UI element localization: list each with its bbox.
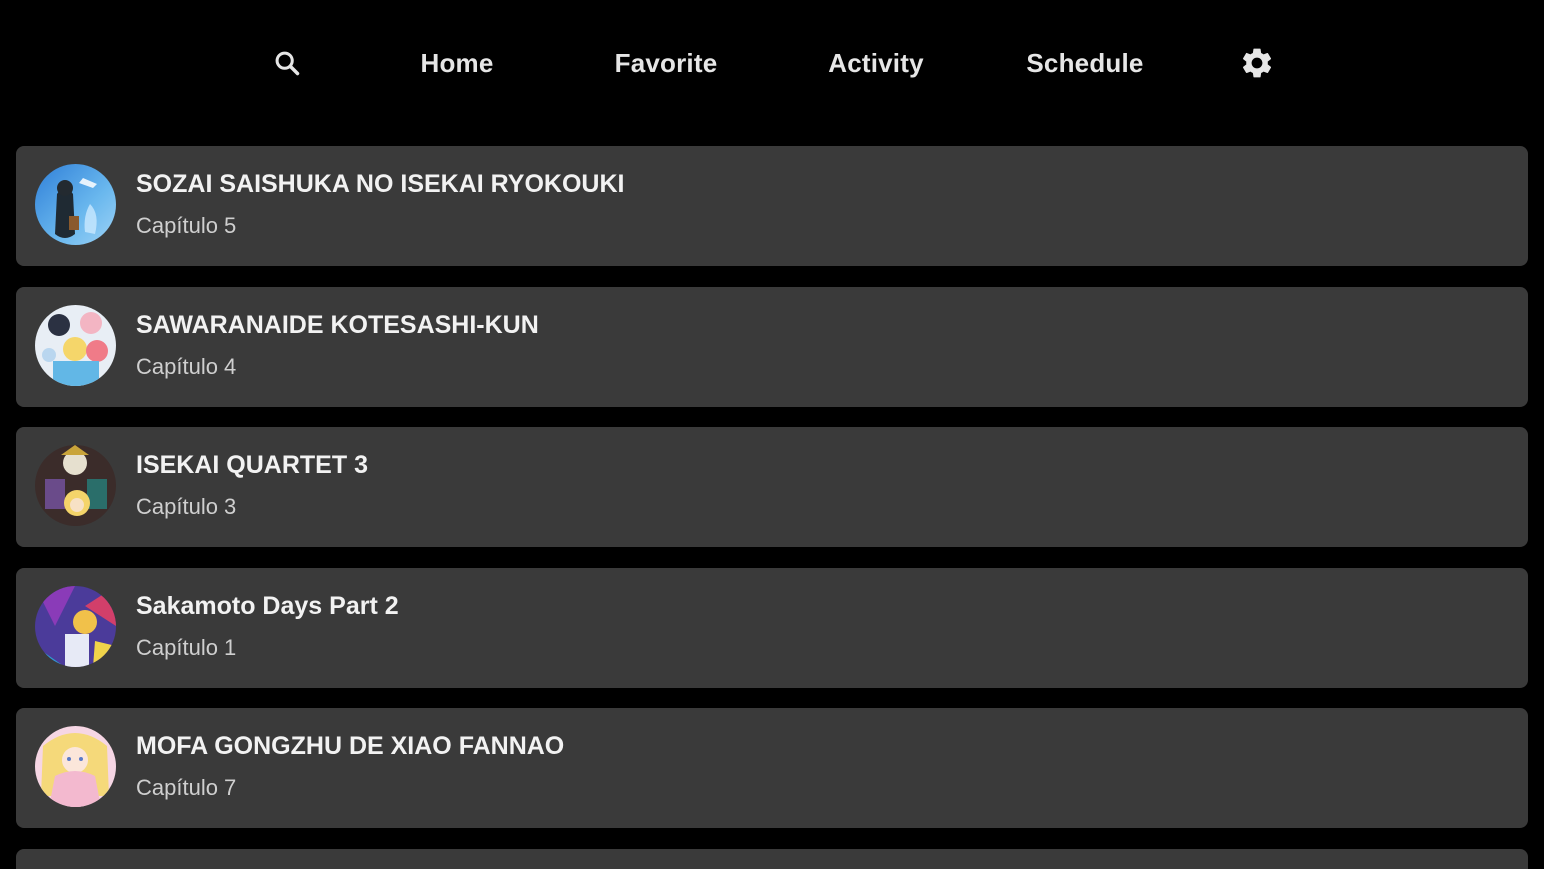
item-title: MOFA GONGZHU DE XIAO FANNAO [136, 732, 565, 761]
episode-list: SOZAI SAISHUKA NO ISEKAI RYOKOUKI Capítu… [16, 146, 1528, 849]
list-item[interactable]: ISEKAI QUARTET 3 Capítulo 3 [16, 427, 1528, 548]
settings-button[interactable] [1228, 40, 1286, 86]
list-item[interactable]: Sakamoto Days Part 2 Capítulo 1 [16, 567, 1528, 688]
cover-thumbnail [35, 585, 116, 667]
gear-icon [1243, 48, 1272, 78]
list-item[interactable]: SOZAI SAISHUKA NO ISEKAI RYOKOUKI Capítu… [16, 146, 1528, 266]
search-button[interactable] [258, 40, 316, 86]
cover-thumbnail [35, 304, 116, 386]
item-chapter: Capítulo 7 [136, 775, 237, 801]
item-chapter: Capítulo 4 [136, 353, 237, 379]
top-navigation: Home Favorite Activity Schedule [0, 0, 1544, 126]
list-item[interactable]: MOFA GONGZHU DE XIAO FANNAO Capítulo 7 [16, 708, 1528, 829]
item-title: ISEKAI QUARTET 3 [136, 451, 368, 480]
item-chapter: Capítulo 3 [136, 494, 237, 520]
cover-thumbnail [35, 726, 116, 808]
item-chapter: Capítulo 5 [136, 213, 237, 238]
search-icon [275, 51, 300, 76]
nav-schedule[interactable]: Schedule [1010, 40, 1160, 86]
item-title: SOZAI SAISHUKA NO ISEKAI RYOKOUKI [136, 170, 625, 198]
nav-activity[interactable]: Activity [806, 40, 946, 86]
list-item-partial[interactable] [16, 849, 1528, 869]
item-title: SAWARANAIDE KOTESASHI-KUN [136, 310, 539, 339]
cover-thumbnail [35, 164, 116, 245]
item-title: Sakamoto Days Part 2 [136, 591, 399, 620]
list-item[interactable]: SAWARANAIDE KOTESASHI-KUN Capítulo 4 [16, 286, 1528, 407]
nav-favorite[interactable]: Favorite [596, 40, 736, 86]
nav-home[interactable]: Home [392, 40, 522, 86]
item-chapter: Capítulo 1 [136, 634, 237, 660]
cover-thumbnail [35, 445, 116, 527]
